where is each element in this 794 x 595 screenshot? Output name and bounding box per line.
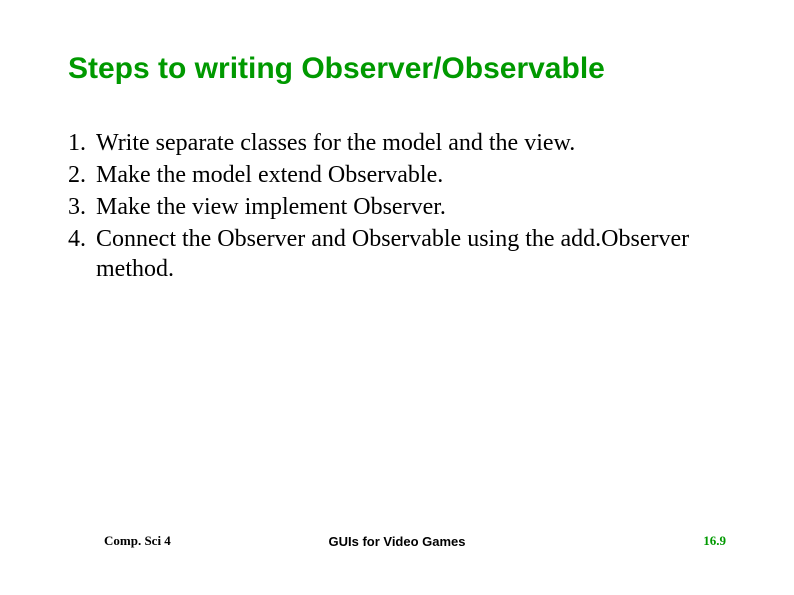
list-text: Write separate classes for the model and… — [96, 128, 575, 158]
footer-course: Comp. Sci 4 — [104, 533, 171, 549]
footer-page-number: 16.9 — [703, 533, 726, 549]
list-item: 1. Write separate classes for the model … — [68, 128, 726, 158]
list-number: 4. — [68, 224, 96, 284]
list-item: 2. Make the model extend Observable. — [68, 160, 726, 190]
list-item: 3. Make the view implement Observer. — [68, 192, 726, 222]
list-text: Make the view implement Observer. — [96, 192, 446, 222]
list-item: 4. Connect the Observer and Observable u… — [68, 224, 726, 284]
list-text: Make the model extend Observable. — [96, 160, 443, 190]
footer-topic: GUIs for Video Games — [328, 534, 465, 549]
list-number: 2. — [68, 160, 96, 190]
slide-container: Steps to writing Observer/Observable 1. … — [0, 0, 794, 595]
list-number: 3. — [68, 192, 96, 222]
slide-title: Steps to writing Observer/Observable — [68, 52, 726, 86]
slide-footer: Comp. Sci 4 GUIs for Video Games 16.9 — [0, 533, 794, 549]
numbered-list: 1. Write separate classes for the model … — [68, 128, 726, 284]
list-number: 1. — [68, 128, 96, 158]
list-text: Connect the Observer and Observable usin… — [96, 224, 726, 284]
